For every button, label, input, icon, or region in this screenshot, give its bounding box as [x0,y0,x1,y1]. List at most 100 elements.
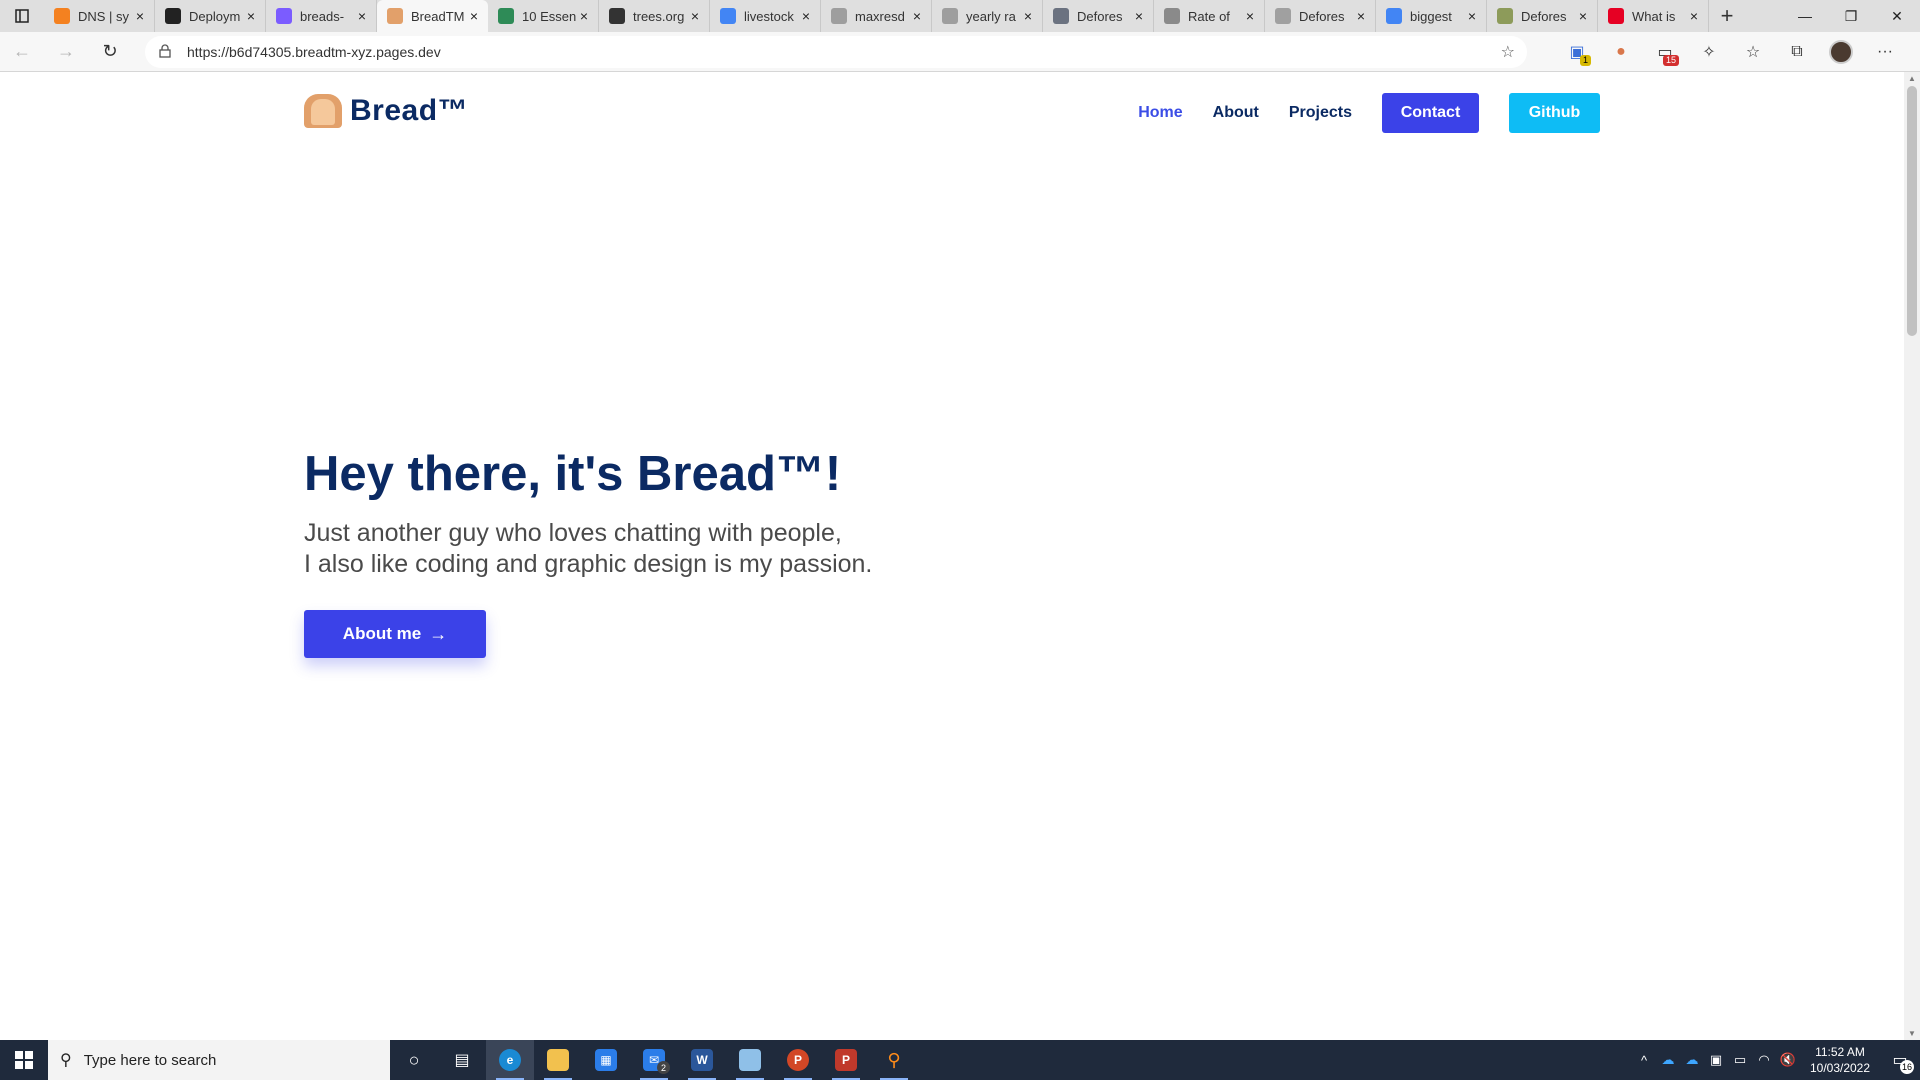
start-button[interactable] [0,1040,48,1080]
onedrive-icon[interactable]: ☁ [1656,1052,1680,1068]
wifi-icon[interactable]: ◠ [1752,1052,1776,1068]
arrow-right-icon: → [429,623,448,644]
about-me-button[interactable]: About me → [304,610,486,658]
browser-tab[interactable]: trees.org × [599,0,710,32]
taskbar-word[interactable]: W [678,1040,726,1080]
contact-button[interactable]: Contact [1382,93,1479,133]
refresh-button[interactable]: ↻ [88,32,132,72]
taskbar-mail[interactable]: ✉ 2 [630,1040,678,1080]
powerpoint-icon: P [787,1049,809,1071]
page-scrollbar[interactable]: ▲ ▼ [1904,72,1920,1040]
scroll-down-icon[interactable]: ▼ [1908,1029,1916,1038]
browser-tab[interactable]: biggest × [1376,0,1487,32]
scrollbar-thumb[interactable] [1907,86,1917,336]
hero-subtitle-line-1: Just another guy who loves chatting with… [304,519,842,547]
plus-icon: + [1720,3,1734,28]
bread-logo-icon [304,94,342,128]
new-tab-button[interactable]: + [1709,0,1745,32]
tab-close-icon[interactable]: × [1020,8,1036,24]
hero-subtitle: Just another guy who loves chatting with… [304,518,872,580]
taskbar-edge[interactable]: e [486,1040,534,1080]
favorites-button[interactable]: ☆ [1731,32,1775,72]
github-button[interactable]: Github [1509,93,1600,133]
extension-count-badge: 15 [1662,55,1679,66]
taskbar-powerpoint[interactable]: P [774,1040,822,1080]
restore-button[interactable]: ❐ [1828,0,1874,32]
tab-close-icon[interactable]: × [132,8,148,24]
extension-button-3[interactable]: ▭ 15 [1643,32,1687,72]
tab-close-icon[interactable]: × [1575,8,1591,24]
nav-projects-link[interactable]: Projects [1289,104,1352,122]
browser-tab[interactable]: DNS | sy × [44,0,155,32]
browser-tab[interactable]: livestock × [710,0,821,32]
notification-center-button[interactable]: ▭ 16 [1880,1040,1920,1080]
cortana-button[interactable]: ○ [390,1040,438,1080]
tab-actions-button[interactable] [0,0,44,32]
hero-section: Hey there, it's Bread™! Just another guy… [304,444,872,658]
close-window-button[interactable]: ✕ [1874,0,1920,32]
tab-close-icon[interactable]: × [687,8,703,24]
search-placeholder: Type here to search [83,1051,217,1069]
tab-close-icon[interactable]: × [243,8,259,24]
tab-strip: DNS | sy × Deploym × breads- × BreadTM × 10 Esse… [0,0,1920,32]
show-hidden-icons-icon[interactable]: ^ [1632,1053,1656,1068]
taskbar-store[interactable]: ▦ [582,1040,630,1080]
extensions-button[interactable]: ✧ [1687,32,1731,72]
tab-close-icon[interactable]: × [466,8,482,24]
taskbar-app-p[interactable]: P [822,1040,870,1080]
forward-button[interactable]: → [44,32,88,72]
browser-tab[interactable]: 10 Essen × [488,0,599,32]
tab-close-icon[interactable]: × [1131,8,1147,24]
profile-button[interactable] [1819,32,1863,72]
clock[interactable]: 11:52 AM 10/03/2022 [1800,1044,1880,1076]
tab-close-icon[interactable]: × [909,8,925,24]
browser-tab[interactable]: breads- × [266,0,377,32]
hero-subtitle-line-2: I also like coding and graphic design is… [304,550,873,578]
nav-about-link[interactable]: About [1213,104,1259,122]
minimize-button[interactable]: — [1782,0,1828,32]
scroll-up-icon[interactable]: ▲ [1908,74,1916,83]
tab-close-icon[interactable]: × [1686,8,1702,24]
collections-button[interactable]: ⧉ [1775,32,1819,72]
browser-tab[interactable]: maxresd × [821,0,932,32]
browser-tab[interactable]: Rate of × [1154,0,1265,32]
add-favorite-icon[interactable]: ☆ [1501,42,1515,62]
hero-title: Hey there, it's Bread™! [304,447,842,501]
browser-tab[interactable]: BreadTM × [377,0,488,32]
pinterest-icon [1608,8,1624,24]
browser-tab[interactable]: yearly ra × [932,0,1043,32]
taskbar-file-explorer[interactable] [534,1040,582,1080]
address-bar[interactable]: https://b6d74305.breadtm-xyz.pages.dev ☆ [145,36,1527,68]
extension-button-2[interactable]: ● [1599,32,1643,72]
folder-icon [547,1049,569,1071]
browser-tab[interactable]: Defores × [1487,0,1598,32]
site-logo[interactable]: Bread™ [304,94,468,128]
mail-badge: 2 [657,1061,670,1074]
tab-close-icon[interactable]: × [1464,8,1480,24]
battery-icon[interactable]: ▭ [1728,1052,1752,1068]
tab-close-icon[interactable]: × [1353,8,1369,24]
browser-tab[interactable]: What is × [1598,0,1709,32]
settings-menu-button[interactable]: ··· [1863,32,1907,72]
nav-home-link[interactable]: Home [1138,104,1182,122]
browser-tab[interactable]: Deploym × [155,0,266,32]
taskbar-notepad[interactable] [726,1040,774,1080]
onedrive-personal-icon[interactable]: ☁ [1680,1052,1704,1068]
extension-button-1[interactable]: ▣ 1 [1555,32,1599,72]
tab-close-icon[interactable]: × [1242,8,1258,24]
browser-tab[interactable]: Defores × [1043,0,1154,32]
tab-close-icon[interactable]: × [576,8,592,24]
volume-muted-icon[interactable]: 🔇 [1776,1052,1800,1068]
security-icon[interactable]: ▣ [1704,1052,1728,1068]
back-button[interactable]: ← [0,32,44,72]
tab-label: Deploym [189,8,241,24]
tab-close-icon[interactable]: × [798,8,814,24]
search-icon: ⚲ [60,1052,72,1069]
more-icon: ··· [1877,43,1893,60]
tab-label: biggest [1410,8,1452,24]
taskbar-search-app[interactable]: ⚲ [870,1040,918,1080]
tab-close-icon[interactable]: × [354,8,370,24]
task-view-button[interactable]: ▤ [438,1040,486,1080]
taskbar-search[interactable]: ⚲ Type here to search [48,1040,390,1080]
browser-tab[interactable]: Defores × [1265,0,1376,32]
